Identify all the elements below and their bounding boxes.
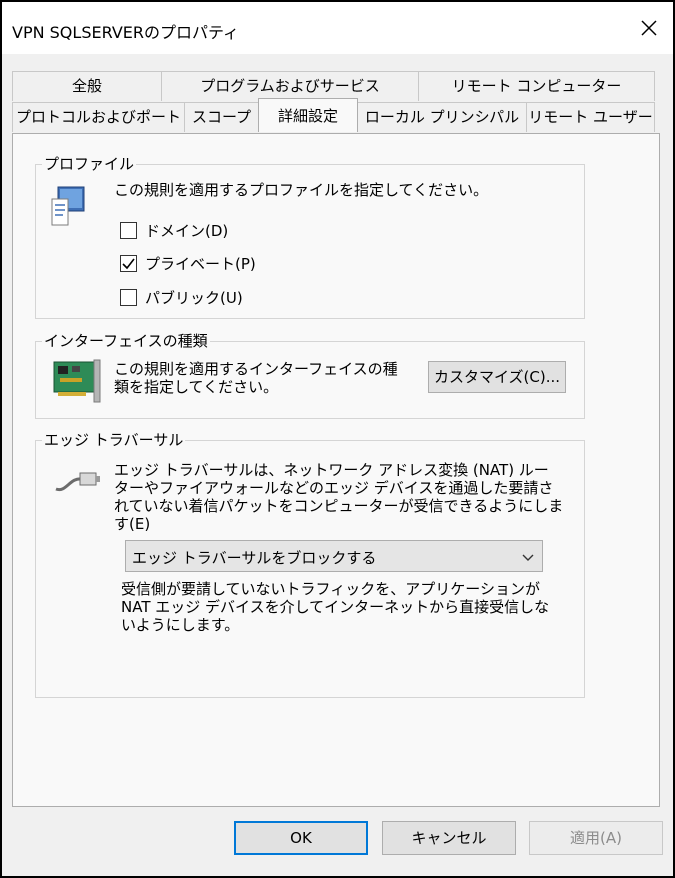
chevron-down-icon[interactable] [520,549,536,565]
cancel-button[interactable]: キャンセル [382,821,516,855]
window-title: VPN SQLSERVERのプロパティ [12,23,240,42]
cable-connector-icon [52,469,102,499]
tab-advanced[interactable]: 詳細設定 [258,98,358,132]
domain-label: ドメイン(D) [145,222,229,240]
properties-dialog: VPN SQLSERVERのプロパティ 全般 プログラムおよびサービス リモート… [0,0,675,878]
edge-traversal-select[interactable]: エッジ トラバーサルをブロックする [125,540,543,572]
tab-remote-users[interactable]: リモート ユーザー [526,102,655,132]
edge-hint-line1: 受信側が要請していないトラフィックを、アプリケーションが [121,580,540,598]
tab-remote-computers[interactable]: リモート コンピューター [418,71,655,101]
edge-description-line1: エッジ トラバーサルは、ネットワーク アドレス変換 (NAT) ルー [114,461,549,479]
interface-description-line2: 類を指定してください。 [114,378,279,396]
public-checkbox[interactable] [120,289,137,306]
tab-panel-advanced: プロファイル この規則を適用するプロファイルを指定してください。 ドメイン(D) [12,133,660,807]
edge-group-label: エッジ トラバーサル [42,431,186,449]
interface-type-group: インターフェイスの種類 この規則を適用するインターフェイスの種 類を指定してくだ… [35,332,585,419]
private-label: プライベート(P) [145,255,256,273]
tab-local-principals[interactable]: ローカル プリンシパル [357,102,527,132]
tab-scope[interactable]: スコープ [184,102,259,132]
tab-programs-services[interactable]: プログラムおよびサービス [161,71,419,101]
edge-select-value: エッジ トラバーサルをブロックする [132,549,377,567]
tab-general[interactable]: 全般 [12,71,162,101]
close-icon[interactable] [633,12,665,44]
edge-description-line3: れていない着信パケットをコンピューターが受信できるようにしま [114,497,564,515]
ok-button[interactable]: OK [234,821,368,855]
customize-button[interactable]: カスタマイズ(C)... [428,361,566,393]
checkmark-icon [122,258,135,270]
computer-icon [50,185,86,227]
edge-hint-line2: NAT エッジ デバイスを介してインターネットから直接受信しな [121,598,550,616]
edge-hint-line3: いようにします。 [121,616,240,634]
private-checkbox[interactable] [120,255,137,272]
edge-description-line2: ターやファイアウォールなどのエッジ デバイスを通過した要請さ [114,479,554,497]
profile-group: プロファイル この規則を適用するプロファイルを指定してください。 ドメイン(D) [35,155,585,319]
domain-checkbox[interactable] [120,222,137,239]
apply-button[interactable]: 適用(A) [529,821,663,855]
network-card-icon [52,356,104,406]
title-bar: VPN SQLSERVERのプロパティ [2,2,673,54]
interface-description-line1: この規則を適用するインターフェイスの種 [114,360,398,378]
public-label: パブリック(U) [145,289,243,307]
edge-description-line4: す(E) [114,515,151,533]
tab-protocols-ports[interactable]: プロトコルおよびポート [12,102,185,132]
profile-group-label: プロファイル [42,155,137,173]
interface-group-label: インターフェイスの種類 [42,332,210,350]
profile-description: この規則を適用するプロファイルを指定してください。 [114,181,489,199]
